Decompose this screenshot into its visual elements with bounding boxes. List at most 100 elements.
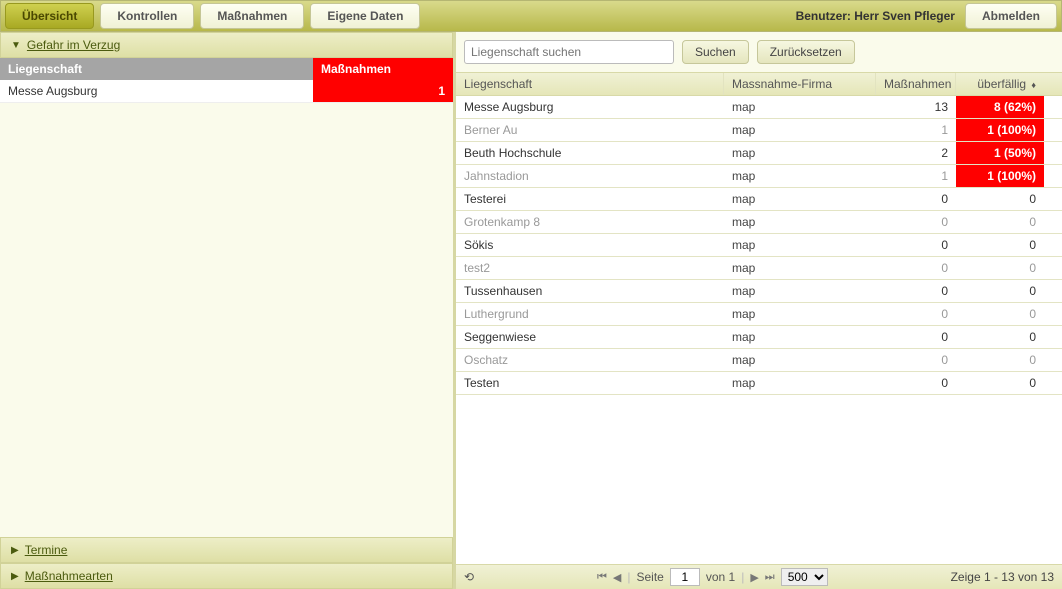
cell-ueberfaellig: 0 bbox=[956, 188, 1044, 210]
first-page-icon[interactable]: ⏮ bbox=[597, 571, 607, 584]
cell-ueberfaellig: 0 bbox=[956, 234, 1044, 256]
col-massnahmen[interactable]: Maßnahmen bbox=[876, 73, 956, 95]
cell-liegenschaft: Grotenkamp 8 bbox=[456, 211, 724, 233]
tab-eigene-daten[interactable]: Eigene Daten bbox=[310, 3, 420, 29]
cell-firma: map bbox=[724, 119, 876, 141]
cell-massnahmen: 0 bbox=[876, 303, 956, 325]
cell-liegenschaft: Testerei bbox=[456, 188, 724, 210]
cell-firma: map bbox=[724, 165, 876, 187]
col-ueberfaellig[interactable]: überfällig ♦ bbox=[956, 73, 1044, 95]
grid-row[interactable]: Berner Aumap11 (100%) bbox=[456, 119, 1062, 142]
grid-row[interactable]: Oschatzmap00 bbox=[456, 349, 1062, 372]
cell-liegenschaft: test2 bbox=[456, 257, 724, 279]
cell-firma: map bbox=[724, 142, 876, 164]
col-massnahme-firma[interactable]: Massnahme-Firma bbox=[724, 73, 876, 95]
cell-firma: map bbox=[724, 326, 876, 348]
page-number-input[interactable] bbox=[670, 568, 700, 586]
grid-row[interactable]: Sökismap00 bbox=[456, 234, 1062, 257]
page-size-select[interactable]: 500 bbox=[781, 568, 828, 586]
cell-ueberfaellig: 1 (100%) bbox=[956, 165, 1044, 187]
sort-icon: ♦ bbox=[1031, 81, 1036, 89]
refresh-icon[interactable]: ⟲ bbox=[464, 570, 474, 584]
search-bar: Suchen Zurücksetzen bbox=[456, 32, 1062, 72]
cell-liegenschaft: Jahnstadion bbox=[456, 165, 724, 187]
logout-button[interactable]: Abmelden bbox=[965, 3, 1057, 29]
cell-massnahmen: 0 bbox=[876, 257, 956, 279]
left-panel: ▼ Gefahr im Verzug Liegenschaft Maßnahme… bbox=[0, 32, 456, 589]
last-page-icon[interactable]: ⏭ bbox=[765, 571, 775, 584]
cell-liegenschaft: Oschatz bbox=[456, 349, 724, 371]
grid-row[interactable]: Messe Augsburgmap138 (62%) bbox=[456, 96, 1062, 119]
prev-page-icon[interactable]: ◀ bbox=[613, 571, 621, 584]
cell-ueberfaellig: 8 (62%) bbox=[956, 96, 1044, 118]
termine-label: Termine bbox=[25, 543, 68, 557]
massnahmearten-label: Maßnahmearten bbox=[25, 569, 113, 583]
cell-ueberfaellig: 1 (100%) bbox=[956, 119, 1044, 141]
grid-row[interactable]: Testereimap00 bbox=[456, 188, 1062, 211]
tab-kontrollen[interactable]: Kontrollen bbox=[100, 3, 194, 29]
left-cell-count: 1 bbox=[313, 80, 453, 102]
cell-massnahmen: 0 bbox=[876, 349, 956, 371]
left-table-row[interactable]: Messe Augsburg1 bbox=[0, 80, 453, 103]
cell-ueberfaellig: 0 bbox=[956, 280, 1044, 302]
cell-ueberfaellig: 0 bbox=[956, 349, 1044, 371]
termine-accordion-header[interactable]: ▶ Termine bbox=[0, 537, 453, 563]
col-liegenschaft[interactable]: Liegenschaft bbox=[456, 73, 724, 95]
grid-row[interactable]: Beuth Hochschulemap21 (50%) bbox=[456, 142, 1062, 165]
grid-row[interactable]: Luthergrundmap00 bbox=[456, 303, 1062, 326]
cell-ueberfaellig: 0 bbox=[956, 326, 1044, 348]
cell-ueberfaellig: 1 (50%) bbox=[956, 142, 1044, 164]
chevron-right-icon: ▶ bbox=[11, 571, 19, 582]
chevron-right-icon: ▶ bbox=[11, 545, 19, 556]
cell-liegenschaft: Sökis bbox=[456, 234, 724, 256]
cell-massnahmen: 0 bbox=[876, 372, 956, 394]
next-page-icon[interactable]: ▶ bbox=[750, 571, 758, 584]
cell-firma: map bbox=[724, 303, 876, 325]
cell-ueberfaellig: 0 bbox=[956, 303, 1044, 325]
cell-liegenschaft: Testen bbox=[456, 372, 724, 394]
cell-ueberfaellig: 0 bbox=[956, 257, 1044, 279]
cell-liegenschaft: Luthergrund bbox=[456, 303, 724, 325]
reset-button[interactable]: Zurücksetzen bbox=[757, 40, 855, 64]
grid-row[interactable]: test2map00 bbox=[456, 257, 1062, 280]
cell-firma: map bbox=[724, 234, 876, 256]
cell-massnahmen: 0 bbox=[876, 211, 956, 233]
danger-accordion-header[interactable]: ▼ Gefahr im Verzug bbox=[0, 32, 453, 58]
grid-row[interactable]: Testenmap00 bbox=[456, 372, 1062, 395]
user-label: Benutzer: Herr Sven Pfleger bbox=[796, 9, 955, 23]
grid-header: Liegenschaft Massnahme-Firma Maßnahmen ü… bbox=[456, 72, 1062, 96]
cell-liegenschaft: Seggenwiese bbox=[456, 326, 724, 348]
chevron-down-icon: ▼ bbox=[11, 40, 21, 51]
cell-ueberfaellig: 0 bbox=[956, 372, 1044, 394]
cell-massnahmen: 0 bbox=[876, 280, 956, 302]
cell-firma: map bbox=[724, 257, 876, 279]
tab-übersicht[interactable]: Übersicht bbox=[5, 3, 94, 29]
cell-ueberfaellig: 0 bbox=[956, 211, 1044, 233]
left-col-massnahmen[interactable]: Maßnahmen bbox=[313, 58, 453, 80]
left-cell-liegenschaft: Messe Augsburg bbox=[0, 80, 313, 102]
right-panel: Suchen Zurücksetzen Liegenschaft Massnah… bbox=[456, 32, 1062, 589]
cell-massnahmen: 0 bbox=[876, 234, 956, 256]
grid-body: Messe Augsburgmap138 (62%)Berner Aumap11… bbox=[456, 96, 1062, 564]
search-input[interactable] bbox=[464, 40, 674, 64]
left-col-liegenschaft[interactable]: Liegenschaft bbox=[0, 58, 313, 80]
grid-row[interactable]: Seggenwiesemap00 bbox=[456, 326, 1062, 349]
cell-firma: map bbox=[724, 372, 876, 394]
cell-massnahmen: 0 bbox=[876, 326, 956, 348]
grid-row[interactable]: Jahnstadionmap11 (100%) bbox=[456, 165, 1062, 188]
pager-summary: Zeige 1 - 13 von 13 bbox=[951, 570, 1054, 584]
tab-maßnahmen[interactable]: Maßnahmen bbox=[200, 3, 304, 29]
search-button[interactable]: Suchen bbox=[682, 40, 749, 64]
cell-firma: map bbox=[724, 96, 876, 118]
page-label: Seite bbox=[636, 570, 663, 584]
massnahmearten-accordion-header[interactable]: ▶ Maßnahmearten bbox=[0, 563, 453, 589]
cell-liegenschaft: Messe Augsburg bbox=[456, 96, 724, 118]
page-of-label: von 1 bbox=[706, 570, 735, 584]
grid-row[interactable]: Grotenkamp 8map00 bbox=[456, 211, 1062, 234]
grid-row[interactable]: Tussenhausenmap00 bbox=[456, 280, 1062, 303]
cell-massnahmen: 13 bbox=[876, 96, 956, 118]
cell-firma: map bbox=[724, 280, 876, 302]
cell-massnahmen: 1 bbox=[876, 119, 956, 141]
cell-liegenschaft: Berner Au bbox=[456, 119, 724, 141]
cell-firma: map bbox=[724, 349, 876, 371]
